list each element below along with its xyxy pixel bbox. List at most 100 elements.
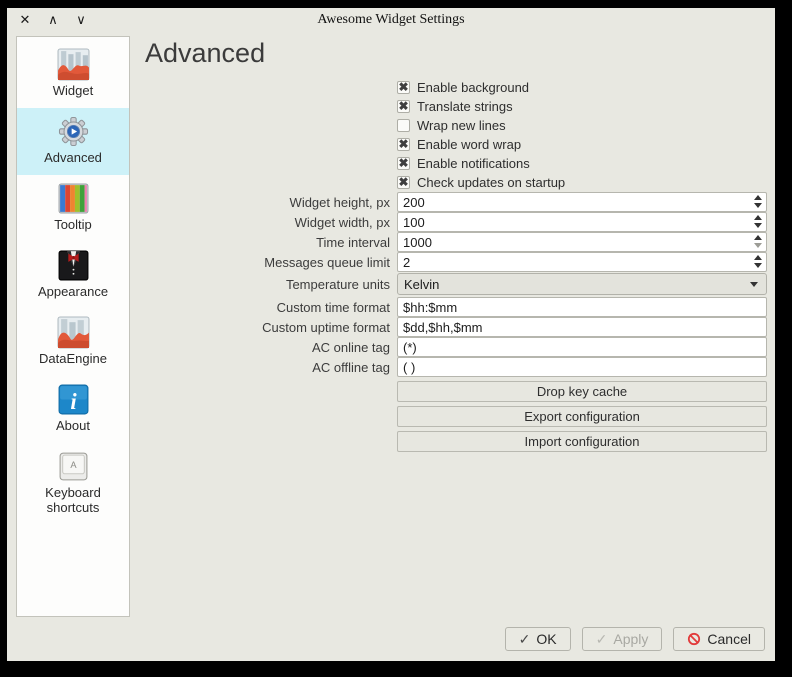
sidebar-item-dataengine[interactable]: DataEngine: [17, 309, 129, 376]
spin-down-icon[interactable]: [754, 263, 762, 268]
messages-queue-limit-row: Messages queue limit: [145, 252, 767, 272]
sidebar-item-advanced[interactable]: Advanced: [17, 108, 129, 175]
widget-height-label: Widget height, px: [145, 195, 397, 210]
svg-text:i: i: [70, 389, 77, 414]
spin-up-icon[interactable]: [754, 195, 762, 200]
sidebar-item-about[interactable]: i About: [17, 376, 129, 443]
enable-background-checkbox[interactable]: ✖: [397, 81, 410, 94]
cancel-button-label: Cancel: [707, 631, 751, 647]
import-configuration-button[interactable]: Import configuration: [397, 431, 767, 452]
dialog-button-bar: ✓ OK ✓ Apply Cancel: [505, 627, 765, 651]
sidebar-item-label: About: [56, 418, 90, 433]
ac-online-tag-input[interactable]: [397, 337, 767, 357]
cancel-prohibition-icon: [687, 632, 701, 646]
checkbox-row-translate-strings: ✖ Translate strings: [145, 97, 767, 116]
translate-strings-checkbox[interactable]: ✖: [397, 100, 410, 113]
spin-up-icon[interactable]: [754, 235, 762, 240]
enable-notifications-checkbox[interactable]: ✖: [397, 157, 410, 170]
enable-word-wrap-checkbox[interactable]: ✖: [397, 138, 410, 151]
spin-arrows: [754, 255, 762, 268]
widget-height-row: Widget height, px: [145, 192, 767, 212]
export-configuration-row: Export configuration: [145, 406, 767, 427]
checkbox-label: Translate strings: [417, 99, 513, 114]
ac-offline-tag-label: AC offline tag: [145, 360, 397, 375]
color-stripes-icon: [57, 182, 90, 215]
ok-check-icon: ✓: [519, 631, 531, 648]
check-x-icon: ✖: [398, 139, 408, 150]
checkbox-label: Wrap new lines: [417, 118, 506, 133]
apply-button-label: Apply: [613, 631, 648, 647]
checkbox-row-enable-notifications: ✖ Enable notifications: [145, 154, 767, 173]
cancel-button[interactable]: Cancel: [673, 627, 765, 651]
export-configuration-button[interactable]: Export configuration: [397, 406, 767, 427]
custom-uptime-format-label: Custom uptime format: [145, 320, 397, 335]
messages-queue-limit-label: Messages queue limit: [145, 255, 397, 270]
messages-queue-limit-spinbox[interactable]: [397, 252, 767, 272]
apply-check-icon: ✓: [596, 631, 608, 648]
ac-offline-tag-row: AC offline tag: [145, 357, 767, 377]
spin-up-icon[interactable]: [754, 255, 762, 260]
apply-button[interactable]: ✓ Apply: [582, 627, 663, 651]
widget-width-row: Widget width, px: [145, 212, 767, 232]
sidebar-item-appearance[interactable]: Appearance: [17, 242, 129, 309]
check-updates-checkbox[interactable]: ✖: [397, 176, 410, 189]
check-x-icon: ✖: [398, 158, 408, 169]
advanced-form: ✖ Enable background ✖ Translate strings Wr…: [145, 78, 767, 452]
checkbox-label: Check updates on startup: [417, 175, 565, 190]
sidebar-item-label: Keyboard shortcuts: [45, 485, 101, 515]
keyboard-key-icon: A: [57, 450, 90, 483]
custom-uptime-format-input[interactable]: [397, 317, 767, 337]
temperature-units-row: Temperature units Kelvin: [145, 273, 767, 295]
svg-text:A: A: [70, 460, 77, 470]
widget-height-spinbox[interactable]: [397, 192, 767, 212]
sidebar-item-keyboard-shortcuts[interactable]: A Keyboard shortcuts: [17, 443, 129, 525]
spin-up-icon[interactable]: [754, 215, 762, 220]
widget-chart-icon: [57, 48, 90, 81]
checkbox-row-enable-word-wrap: ✖Enable word wrap: [145, 135, 767, 154]
sidebar-item-tooltip[interactable]: Tooltip: [17, 175, 129, 242]
titlebar: ✕ ∧ ∨ Awesome Widget Settings: [7, 8, 775, 35]
ac-online-tag-row: AC online tag: [145, 337, 767, 357]
tuxedo-icon: [57, 249, 90, 282]
custom-time-format-input[interactable]: [397, 297, 767, 317]
data-chart-icon: [57, 316, 90, 349]
settings-window: ✕ ∧ ∨ Awesome Widget Settings Widget: [7, 8, 775, 661]
gear-icon: [57, 115, 90, 148]
checkbox-label: Enable notifications: [417, 156, 530, 171]
time-interval-row: Time interval: [145, 232, 767, 252]
check-x-icon: ✖: [398, 101, 408, 112]
temperature-units-label: Temperature units: [145, 277, 397, 292]
check-x-icon: ✖: [398, 177, 408, 188]
checkbox-label: Enable background: [417, 80, 529, 95]
window-title: Awesome Widget Settings: [7, 12, 775, 28]
ac-offline-tag-input[interactable]: [397, 357, 767, 377]
drop-key-cache-button[interactable]: Drop key cache: [397, 381, 767, 402]
drop-key-cache-row: Drop key cache: [145, 381, 767, 402]
sidebar-item-label: Widget: [53, 83, 93, 98]
sidebar-item-label: Appearance: [38, 284, 108, 299]
custom-time-format-label: Custom time format: [145, 300, 397, 315]
spin-down-disabled-icon: [754, 243, 762, 248]
ac-online-tag-label: AC online tag: [145, 340, 397, 355]
sidebar-item-label: Advanced: [44, 150, 102, 165]
sidebar-item-label: DataEngine: [39, 351, 107, 366]
custom-time-format-row: Custom time format: [145, 297, 767, 317]
import-configuration-row: Import configuration: [145, 431, 767, 452]
category-sidebar: Widget: [16, 36, 130, 617]
check-x-icon: ✖: [398, 82, 408, 93]
wrap-new-lines-checkbox[interactable]: [397, 119, 410, 132]
checkbox-row-wrap-new-lines: Wrap new lines: [145, 116, 767, 135]
info-icon: i: [57, 383, 90, 416]
widget-width-spinbox[interactable]: [397, 212, 767, 232]
spin-arrows: [754, 195, 762, 208]
checkbox-row-enable-background: ✖ Enable background: [145, 78, 767, 97]
temperature-units-dropdown[interactable]: Kelvin: [397, 273, 767, 295]
spin-down-icon[interactable]: [754, 203, 762, 208]
checkbox-row-check-updates: ✖ Check updates on startup: [145, 173, 767, 192]
time-interval-spinbox[interactable]: [397, 232, 767, 252]
widget-width-label: Widget width, px: [145, 215, 397, 230]
sidebar-item-widget[interactable]: Widget: [17, 41, 129, 108]
dropdown-selected-value: Kelvin: [404, 277, 439, 292]
spin-down-icon[interactable]: [754, 223, 762, 228]
ok-button[interactable]: ✓ OK: [505, 627, 571, 651]
